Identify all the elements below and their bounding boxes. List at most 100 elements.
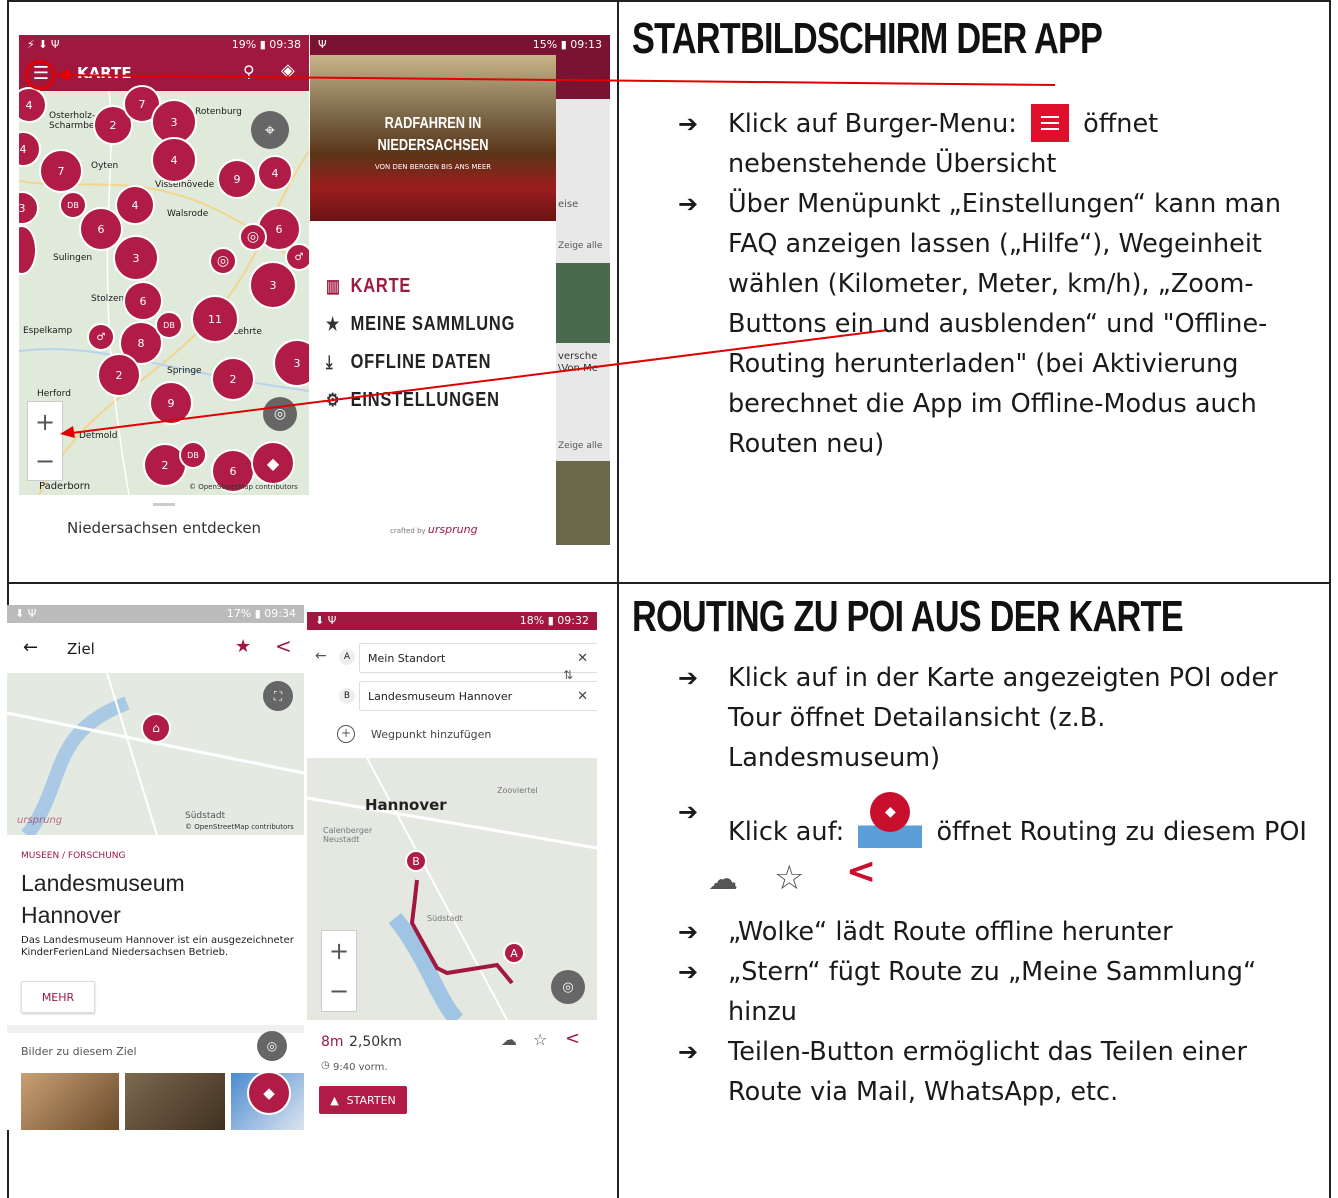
drawer-banner: RADFAHREN IN NIEDERSACHSEN VON DEN BERGE…	[310, 55, 556, 221]
star-outline-icon: ☆	[774, 858, 805, 898]
bullet-item: ➔ „Wolke“ lädt Route offline herunter	[678, 912, 1318, 952]
bullet-text: „Wolke“ lädt Route offline herunter	[728, 917, 1173, 947]
train-poi-icon[interactable]: DB	[59, 191, 87, 219]
add-waypoint-icon[interactable]: +	[337, 725, 355, 743]
zoom-in-button[interactable]: +	[35, 408, 55, 436]
map-cluster[interactable]: 7	[39, 149, 83, 193]
arrow-icon: ➔	[678, 918, 699, 946]
poi-name: Landesmuseum Hannover	[21, 870, 185, 928]
bullet-text: Teilen-Button ermöglicht das Teilen eine…	[728, 1037, 1247, 1107]
map-cluster[interactable]: 2	[97, 353, 141, 397]
start-marker[interactable]: A	[503, 942, 525, 964]
menu-item-einstellungen[interactable]: ⚙ EINSTELLUNGEN	[326, 389, 500, 412]
place-label: Paderborn	[39, 481, 91, 492]
row-divider	[7, 582, 1331, 584]
add-waypoint-label[interactable]: Wegpunkt hinzufügen	[371, 728, 491, 741]
place-label: Lehrte	[233, 327, 262, 337]
back-arrow-icon[interactable]: ←	[315, 648, 327, 664]
my-location-button[interactable]: ⌖	[251, 111, 289, 149]
status-right: 19% ▮ 09:38	[231, 38, 301, 51]
map-cluster[interactable]: 9	[217, 159, 257, 199]
banner-line1: RADFAHREN IN	[384, 115, 482, 132]
map-cluster[interactable]: 6	[123, 281, 163, 321]
menu-item-sammlung[interactable]: ★ MEINE SAMMLUNG	[326, 313, 515, 336]
target-poi-icon[interactable]: ◎	[239, 223, 267, 251]
locate-button[interactable]: ◎	[551, 970, 585, 1004]
map-cluster[interactable]: 11	[191, 295, 239, 343]
target-poi-icon[interactable]: ◎	[209, 247, 237, 275]
route-map[interactable]: Hannover Zooviertel Calenberger Neustadt…	[307, 758, 597, 1020]
app-bar: ☰ KARTE ⚲ ◈	[19, 55, 309, 91]
start-field[interactable]: Mein Standort ✕	[359, 643, 597, 673]
route-button[interactable]: ◆	[247, 1071, 291, 1115]
directions-icon[interactable]: ◈	[281, 60, 295, 81]
route-distance: 2,50km	[349, 1034, 402, 1050]
star-outline-icon[interactable]: ☆	[533, 1030, 547, 1049]
arrow-icon: ➔	[678, 110, 699, 138]
clear-icon[interactable]: ✕	[577, 682, 588, 712]
map-cluster[interactable]: 3	[113, 235, 159, 281]
bullet-text: Klick auf Burger-Menu:	[728, 109, 1017, 139]
star-icon: ★	[326, 314, 341, 334]
status-right: 18% ▮ 09:32	[519, 614, 589, 627]
icon-row: ☁ ☆ <	[678, 852, 1318, 912]
gallery-image[interactable]	[125, 1073, 225, 1130]
bullet-item: ➔ Klick auf Burger-Menu: öffnet nebenste…	[678, 104, 1318, 184]
destination-marker[interactable]: B	[405, 850, 427, 872]
footer-title[interactable]: Niedersachsen entdecken	[19, 519, 309, 537]
start-button[interactable]: ▲ STARTEN	[319, 1086, 407, 1114]
train-poi-icon[interactable]: DB	[155, 311, 183, 339]
map-cluster[interactable]: 2	[211, 357, 255, 401]
screenshot-routing: ⬇ Ψ 18% ▮ 09:32 ← A B Mein Standort ✕ La…	[307, 612, 597, 1130]
zoom-out-button[interactable]: −	[35, 447, 55, 475]
route-button[interactable]: ◆	[251, 441, 295, 485]
highlight-circle	[25, 60, 55, 90]
peek-label: versche	[558, 351, 598, 362]
more-label: MEHR	[41, 990, 75, 1004]
city-label: Hannover	[365, 796, 447, 814]
share-icon: <	[846, 851, 877, 892]
map-credit: © OpenStreetMap contributors	[189, 483, 298, 491]
map[interactable]: Osterholz-Scharmbeck Oyten Visselhövede …	[19, 85, 309, 495]
menu-item-offline[interactable]: ⤓ OFFLINE DATEN	[326, 351, 491, 374]
gallery-image[interactable]	[21, 1073, 119, 1130]
bullet-text: Klick auf:	[728, 817, 845, 847]
share-icon[interactable]: <	[275, 634, 292, 658]
place-label: Herford	[37, 389, 71, 399]
destination-field[interactable]: Landesmuseum Hannover ✕	[359, 681, 597, 711]
route-duration: 8m	[321, 1034, 344, 1050]
background-app: eise Zeige alle versche \Von Me Zeige al…	[556, 55, 610, 545]
search-icon[interactable]: ⚲	[243, 62, 255, 81]
peek-label: Zeige alle	[558, 241, 603, 251]
map-label: Südstadt	[185, 811, 226, 821]
place-label: Rotenburg	[195, 107, 242, 117]
bike-poi-icon[interactable]: ♂	[285, 243, 309, 271]
clear-icon[interactable]: ✕	[577, 644, 588, 674]
menu-item-karte[interactable]: ▥ KARTE	[326, 275, 411, 298]
start-value: Mein Standort	[368, 652, 446, 665]
map-cluster[interactable]: 9	[149, 381, 193, 425]
swap-icon[interactable]: ⇅	[563, 668, 573, 682]
status-left: ⬇ Ψ	[15, 607, 37, 620]
map-cluster[interactable]: 4	[151, 137, 197, 183]
zoom-in-button[interactable]: +	[329, 937, 349, 965]
locate-button[interactable]: ◎	[263, 397, 297, 431]
more-button[interactable]: MEHR	[21, 981, 95, 1013]
start-label: STARTEN	[346, 1093, 396, 1107]
star-icon[interactable]: ★	[235, 636, 251, 657]
district-label: Calenberger Neustadt	[323, 826, 373, 844]
museum-pin-icon[interactable]: ⌂	[141, 713, 171, 743]
fullscreen-button[interactable]: ⛶	[263, 681, 293, 711]
bike-poi-icon[interactable]: ♂	[87, 323, 115, 351]
status-right: 15% ▮ 09:13	[532, 38, 602, 51]
zoom-out-button[interactable]: −	[329, 977, 349, 1005]
bullet-item: ➔ Klick auf in der Karte angezeigten POI…	[678, 658, 1318, 778]
map-cluster[interactable]: 4	[257, 155, 293, 191]
back-arrow-icon[interactable]: ←	[23, 637, 38, 658]
share-icon[interactable]: <	[565, 1028, 580, 1049]
detail-map[interactable]: ⌂ ⛶ Südstadt © OpenStreetMap contributor…	[7, 673, 304, 835]
locate-button[interactable]: ◎	[257, 1031, 287, 1061]
banner-line3: VON DEN BERGEN BIS ANS MEER	[374, 163, 492, 171]
cloud-download-icon[interactable]: ☁	[501, 1030, 517, 1049]
train-poi-icon[interactable]: DB	[179, 441, 207, 469]
